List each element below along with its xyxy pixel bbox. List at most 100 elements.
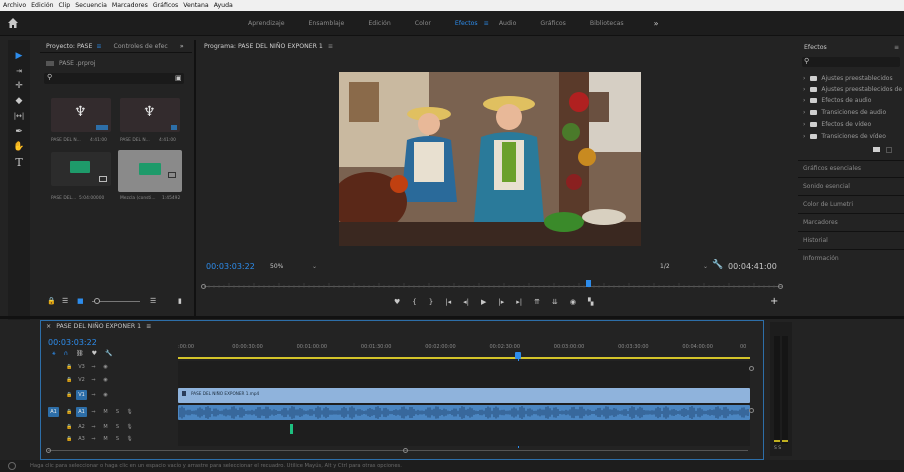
tree-item-video-effects[interactable]: › Efectos de vídeo [803,121,871,128]
panel-historial[interactable]: Historial [803,237,828,244]
lift-icon[interactable]: ⇈ [534,298,540,306]
new-bin-icon[interactable] [873,147,880,152]
program-timecode[interactable]: 00:03:03:22 [206,262,255,271]
zoom-level-select[interactable]: 50% [270,263,283,270]
timeline-ruler[interactable]: :00:00 00:00:30:00 00:01:00:00 00:01:30:00 0… [172,342,752,354]
work-area-bar[interactable] [178,357,750,359]
audio-clip[interactable] [178,405,750,420]
track-target-v2[interactable]: V2 [76,375,87,385]
menu-graficos[interactable]: Gráficos [153,2,178,9]
panel-color-lumetri[interactable]: Color de Lumetri [803,201,853,208]
sync-lock-icon[interactable]: ⇒ [88,390,99,400]
meter-solo-labels[interactable]: S S [774,446,781,451]
workspace-tab-aprendizaje[interactable]: Aprendizaje [248,20,285,27]
lock-icon[interactable]: 🔒 [47,297,56,305]
linked-selection-icon[interactable]: ⛓ [76,350,84,358]
go-to-in-icon[interactable]: |◂ [445,298,451,306]
project-item-thumb-4[interactable] [118,150,182,192]
eye-icon[interactable]: ◉ [100,375,111,385]
program-menu-icon[interactable]: ≡ [328,43,333,50]
eye-icon[interactable]: ◉ [100,362,111,372]
type-icon[interactable]: T [12,156,26,169]
lock-track-icon[interactable]: 🔒 [64,390,75,400]
solo-button[interactable]: S [112,422,123,432]
workspace-tab-audio[interactable]: Audio [499,20,517,27]
track-header-a3[interactable]: 🔒 A3 ⇒ M S 🎙 [44,433,178,445]
lock-track-icon[interactable]: 🔒 [64,375,75,385]
mark-out-icon[interactable]: } [429,298,433,306]
timeline-timecode[interactable]: 00:03:03:22 [48,338,97,347]
tree-item-audio-transitions[interactable]: › Transiciones de audio [803,109,886,116]
icon-view-icon[interactable]: ■ [77,297,84,305]
zoom-slider-handle[interactable] [94,298,100,304]
mute-button[interactable]: M [100,407,111,417]
vscroll-handle[interactable] [749,408,754,413]
mute-button[interactable]: M [100,434,111,444]
program-playhead[interactable] [586,280,592,287]
sync-lock-icon[interactable]: ⇒ [88,407,99,417]
wrench-icon[interactable]: 🔧 [712,260,723,270]
project-item-thumb-1[interactable]: ♆ [51,98,111,132]
project-item-thumb-2[interactable]: ♆ [120,98,180,132]
track-header-a1[interactable]: A1 🔒 A1 ⇒ M S 🎙 [44,406,178,418]
track-area[interactable] [178,361,750,446]
tree-item-presets-2[interactable]: › Ajustes preestablecidos de [803,86,902,93]
hand-icon[interactable]: ✋ [12,141,26,153]
play-icon[interactable]: ▶ [481,298,486,306]
track-header-v1[interactable]: 🔒 V1 ⇒ ◉ [44,389,178,401]
track-target-v3[interactable]: V3 [76,362,87,372]
track-target-a3[interactable]: A3 [76,434,87,444]
program-scrubber[interactable] [204,280,782,289]
sequence-menu-icon[interactable]: ≡ [146,323,151,330]
solo-button[interactable]: S [112,407,123,417]
mic-icon[interactable]: 🎙 [124,434,135,444]
slip-icon[interactable]: |↔| [12,110,26,122]
quality-select[interactable]: 1/2 [660,263,670,270]
menu-marcadores[interactable]: Marcadores [112,2,148,9]
effects-title[interactable]: Efectos [804,44,827,51]
new-item-icon[interactable]: ▮ [178,297,182,305]
sequence-tab[interactable]: PASE DEL NIÑO EXPONER 1 [56,323,141,330]
menu-ayuda[interactable]: Ayuda [214,2,233,9]
program-video-frame[interactable] [339,72,641,246]
tab-effect-controls[interactable]: Controles de efec [114,43,168,50]
panel-sonido-esencial[interactable]: Sonido esencial [803,183,850,190]
project-menu-icon[interactable]: ≡ [96,43,101,50]
snap-icon[interactable]: ∩ [64,350,68,358]
track-target-a2[interactable]: A2 [76,422,87,432]
workspace-tab-efectos[interactable]: Efectos [455,20,478,27]
settings-icon[interactable]: 🔧 [105,350,112,358]
step-back-icon[interactable]: ◂| [463,298,469,306]
menu-archivo[interactable]: Archivo [3,2,26,9]
nest-icon[interactable]: ⚹ [52,350,56,358]
track-target-a1[interactable]: A1 [76,407,87,417]
sync-lock-icon[interactable]: ⇒ [88,375,99,385]
hscroll-end-handle[interactable] [403,448,408,453]
selection-tool-icon[interactable]: ▶ [12,50,26,62]
tree-item-audio-effects[interactable]: › Efectos de audio [803,97,871,104]
menu-clip[interactable]: Clip [59,2,71,9]
export-frame-icon[interactable]: ◉ [570,298,576,306]
source-patch-a1[interactable]: A1 [48,407,59,417]
marker-icon[interactable]: ♥ [394,298,400,306]
track-target-v1[interactable]: V1 [76,390,87,400]
track-header-v3[interactable]: 🔒 V3 ⇒ ◉ [44,361,178,373]
workspace-tab-edicion[interactable]: Edición [368,20,390,27]
tree-item-video-transitions[interactable]: › Transiciones de vídeo [803,133,886,140]
pen-icon[interactable]: ✒ [12,126,26,138]
track-header-v2[interactable]: 🔒 V2 ⇒ ◉ [44,374,178,386]
lock-track-icon[interactable]: 🔒 [64,422,75,432]
razor-icon[interactable]: ◆ [12,95,26,107]
panel-marcadores[interactable]: Marcadores [803,219,838,226]
workspace-more-icon[interactable]: » [654,19,659,28]
workspace-menu-icon[interactable]: ≡ [484,20,489,27]
add-marker-icon[interactable]: ♥ [92,350,97,358]
mark-in-icon[interactable]: { [412,298,416,306]
zoom-slider[interactable] [92,298,140,304]
solo-button[interactable]: S [112,434,123,444]
go-to-out-icon[interactable]: ▸| [516,298,522,306]
project-more-icon[interactable]: » [180,43,184,50]
workspace-tab-ensamblaje[interactable]: Ensamblaje [309,20,345,27]
video-clip[interactable]: PASE DEL NIÑO EXPONER 1.mp4 [178,388,750,403]
sync-lock-icon[interactable]: ⇒ [88,362,99,372]
